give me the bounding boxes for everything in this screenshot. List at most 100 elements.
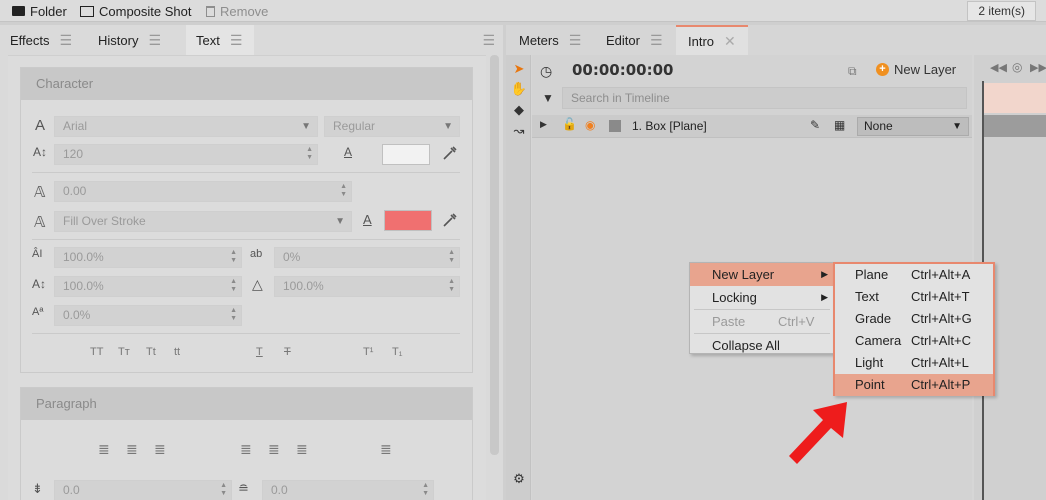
menu-item-collapse-all[interactable]: Collapse All [690, 334, 834, 357]
horizontal-scale-icon: A↕ [32, 277, 47, 291]
folder-button[interactable]: Folder [12, 3, 67, 19]
panel-menu-icon[interactable]: ☰ [482, 32, 495, 49]
menu-item-shortcut: Ctrl+V [778, 314, 815, 329]
bezier-icon[interactable]: ↝ [511, 123, 527, 139]
eyedropper-icon[interactable] [442, 145, 458, 164]
timecode[interactable]: 00:00:00:00 [572, 61, 674, 79]
vertical-scale-field[interactable]: 100.0% ▲ ▼ [54, 247, 242, 268]
justify-right-icon[interactable]: ≣ [296, 441, 308, 458]
spacing-field[interactable]: 0.0 ▲ ▼ [262, 480, 434, 500]
font-size-field[interactable]: 120 ▲ ▼ [54, 144, 318, 165]
indent-field[interactable]: 0.0 ▲ ▼ [54, 480, 232, 500]
stepper-icon[interactable]: ▲ ▼ [230, 278, 237, 294]
title-case-button[interactable]: Tt [146, 346, 156, 358]
baseline-shift-field[interactable]: 0.0% ▲ ▼ [54, 305, 242, 326]
top-toolbar: Folder Composite Shot Remove 2 item(s) [0, 0, 1046, 22]
stepper-icon[interactable]: ▲ ▼ [306, 146, 313, 162]
tab-intro[interactable]: Intro ✕ [676, 25, 748, 55]
layer-name[interactable]: 1. Box [Plane] [632, 119, 707, 133]
lock-icon[interactable]: 🔓 [562, 117, 577, 131]
submenu-item-text[interactable]: Text Ctrl+Alt+T [835, 286, 993, 308]
fill-mode-select[interactable]: Fill Over Stroke ▼ [54, 211, 352, 232]
justify-center-icon[interactable]: ≣ [268, 441, 280, 458]
new-layer-button[interactable]: + New Layer [876, 62, 956, 77]
layer-row[interactable]: ▶ 🔓 ◉ 1. Box [Plane] ✎ ▦ None ▼ [532, 115, 972, 138]
paragraph-header[interactable]: Paragraph [21, 388, 472, 420]
timeline-search-input[interactable]: Search in Timeline [562, 87, 967, 109]
blend-mode-select[interactable]: None ▼ [857, 117, 969, 136]
eyedropper-icon[interactable] [442, 212, 458, 231]
chevron-down-icon: ▼ [443, 121, 453, 132]
underline-button[interactable]: T [256, 346, 263, 358]
select-arrow-icon[interactable]: ➤ [511, 61, 527, 77]
tab-meters[interactable]: Meters ☰ [506, 25, 594, 55]
tab-effects[interactable]: Effects ☰ [0, 25, 88, 55]
composite-icon[interactable]: ⧉ [848, 64, 857, 79]
stepper-icon[interactable]: ▲ ▼ [448, 278, 455, 294]
submenu-item-light[interactable]: Light Ctrl+Alt+L [835, 352, 993, 374]
expand-icon[interactable]: ▶ [540, 119, 547, 130]
eye-icon[interactable]: ◉ [585, 118, 595, 132]
subscript-button[interactable]: T₁ [392, 346, 402, 358]
composite-shot-button[interactable]: Composite Shot [80, 3, 192, 19]
menu-item-label: Text [855, 289, 879, 304]
menu-item-new-layer[interactable]: New Layer ▶ [690, 263, 834, 286]
kerning-field[interactable]: 0% ▲ ▼ [274, 247, 460, 268]
hamburger-icon[interactable]: ☰ [569, 32, 582, 49]
inspector-scrollbar[interactable] [490, 55, 499, 455]
stepper-icon[interactable]: ▲ ▼ [448, 249, 455, 265]
align-right-icon[interactable]: ≣ [154, 441, 166, 458]
font-size-value: 120 [63, 147, 84, 161]
tab-text[interactable]: Text ☰ [186, 25, 254, 55]
stepper-icon[interactable]: ▲ ▼ [230, 249, 237, 265]
menu-item-locking[interactable]: Locking ▶ [690, 286, 834, 309]
rewind-icon[interactable]: ◀◀ [990, 61, 1007, 74]
fill-color-swatch[interactable] [382, 144, 430, 165]
gear-icon[interactable]: ⚙ [511, 471, 527, 487]
stroke-color-swatch[interactable] [384, 210, 432, 231]
lowercase-button[interactable]: tt [174, 346, 180, 358]
checker-icon[interactable]: ▦ [834, 118, 845, 132]
align-center-icon[interactable]: ≣ [126, 441, 138, 458]
forward-icon[interactable]: ▶▶ [1030, 61, 1046, 74]
tab-history[interactable]: History ☰ [88, 25, 186, 55]
font-style-select[interactable]: Regular ▼ [324, 116, 460, 137]
menu-item-paste[interactable]: Paste Ctrl+V [690, 310, 834, 333]
character-header[interactable]: Character [21, 68, 472, 100]
hamburger-icon[interactable]: ☰ [230, 32, 243, 49]
hamburger-icon[interactable]: ☰ [650, 32, 663, 49]
all-caps-button[interactable]: TT [90, 346, 103, 358]
small-caps-button[interactable]: Tт [118, 346, 130, 358]
pen-icon[interactable]: ✎ [810, 118, 820, 132]
justify-left-icon[interactable]: ≣ [240, 441, 252, 458]
filter-icon[interactable]: ▼ [542, 91, 554, 105]
remove-button[interactable]: Remove [206, 3, 268, 19]
superscript-button[interactable]: T¹ [363, 346, 373, 358]
submenu-item-camera[interactable]: Camera Ctrl+Alt+C [835, 330, 993, 352]
close-icon[interactable]: ✕ [724, 33, 736, 50]
hamburger-icon[interactable]: ☰ [148, 32, 161, 49]
tab-label: Editor [606, 32, 640, 48]
justify-all-icon[interactable]: ≣ [380, 441, 392, 458]
layer-color-icon[interactable] [609, 120, 621, 132]
tag-icon[interactable]: ◆ [511, 102, 527, 118]
record-icon[interactable]: ◎ [1012, 60, 1022, 74]
tab-editor[interactable]: Editor ☰ [594, 25, 676, 55]
submenu-item-point[interactable]: Point Ctrl+Alt+P [835, 374, 993, 396]
stepper-icon[interactable]: ▲ ▼ [422, 482, 429, 498]
submenu-item-plane[interactable]: Plane Ctrl+Alt+A [835, 264, 993, 286]
hand-icon[interactable]: ✋ [511, 81, 527, 97]
horizontal-scale-field[interactable]: 100.0% ▲ ▼ [54, 276, 242, 297]
slant-field[interactable]: 100.0% ▲ ▼ [274, 276, 460, 297]
align-left-icon[interactable]: ≣ [98, 441, 110, 458]
stepper-icon[interactable]: ▲ ▼ [340, 183, 347, 199]
hamburger-icon[interactable]: ☰ [60, 32, 73, 49]
font-family-select[interactable]: Arial ▼ [54, 116, 318, 137]
tracking-field[interactable]: 0.00 ▲ ▼ [54, 181, 352, 202]
stepper-icon[interactable]: ▲ ▼ [230, 307, 237, 323]
tool-column: ➤ ✋ ◆ ↝ ⚙ [506, 55, 531, 500]
submenu-item-grade[interactable]: Grade Ctrl+Alt+G [835, 308, 993, 330]
remove-label: Remove [220, 3, 269, 19]
stepper-icon[interactable]: ▲ ▼ [220, 482, 227, 498]
strikethrough-button[interactable]: T [284, 346, 291, 358]
